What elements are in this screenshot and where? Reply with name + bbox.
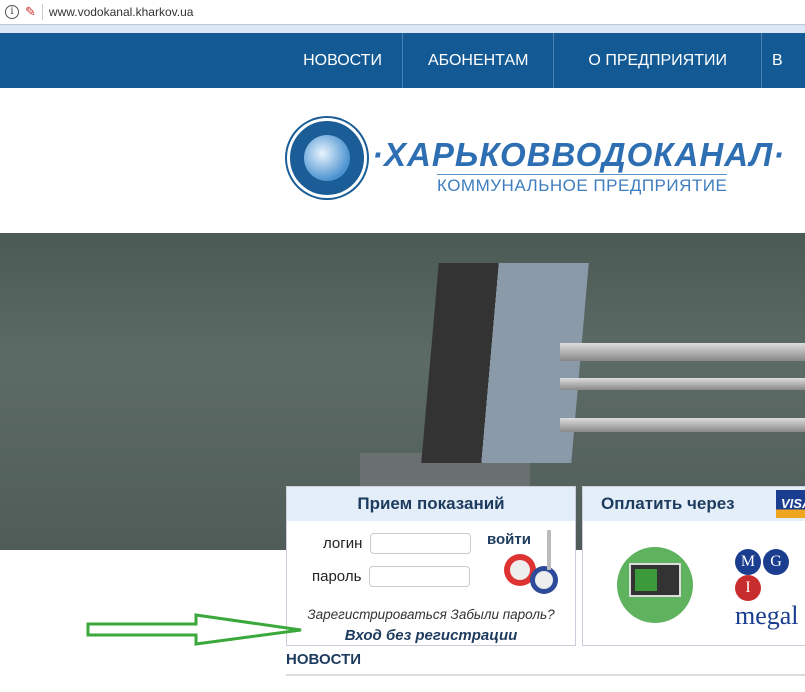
url-text[interactable]: www.vodokanal.kharkov.ua [49,5,194,19]
news-heading: НОВОСТИ [286,651,362,668]
login-button[interactable]: войти [487,531,531,548]
info-icon[interactable]: i [5,5,19,19]
mg-text: megal [735,601,799,630]
visa-logo[interactable]: VISA [776,490,805,518]
mg-letter: M [735,549,761,575]
panel-title: Оплатить через [583,487,805,521]
privat24-icon[interactable] [617,547,693,623]
nav-about[interactable]: О ПРЕДПРИЯТИИ [553,33,761,88]
divider [41,4,43,20]
guest-login-link[interactable]: Вход без регистрации [287,627,575,644]
pump-station-building [421,263,589,463]
brand-subtitle: КОММУНАЛЬНОЕ ПРЕДПРИЯТИЕ [437,174,728,195]
password-label: пароль [312,568,362,585]
login-input[interactable] [370,533,472,554]
meter-readings-panel: Прием показаний логин пароль войти Зарег… [286,486,576,646]
brand-name: ·ХАРЬКОВВОДОКАНАЛ· [372,136,786,173]
toolbar-strip [0,25,805,33]
nav-more[interactable]: В [761,33,805,88]
mg-letter: I [735,575,761,601]
divider [286,674,805,676]
password-input[interactable] [369,566,471,587]
payment-panel: Оплатить через VISA MGI megal [582,486,805,646]
register-link[interactable]: Зарегистрироваться [307,607,446,622]
main-nav: НОВОСТИ АБОНЕНТАМ О ПРЕДПРИЯТИИ В [0,33,805,88]
mg-letter: G [763,549,789,575]
green-arrow-annotation [86,613,302,646]
insecure-icon: ✎ [25,4,36,19]
nav-subscribers[interactable]: АБОНЕНТАМ [401,33,553,88]
nav-news[interactable]: НОВОСТИ [283,33,402,88]
login-label: логин [323,535,363,552]
address-bar[interactable]: i ✎ www.vodokanal.kharkov.ua [0,0,805,25]
megabank-logo[interactable]: M GI megal [735,549,805,631]
panel-title: Прием показаний [287,487,575,521]
forgot-password-link[interactable]: Забыли пароль? [451,607,555,622]
logo-emblem[interactable] [287,118,367,198]
